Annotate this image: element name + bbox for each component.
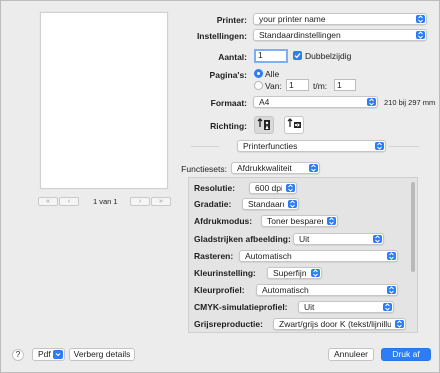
presets-label: Instellingen: <box>196 31 247 41</box>
printer-value: your printer name <box>259 14 326 24</box>
resolution-label: Resolutie: <box>194 183 236 193</box>
portrait-orientation-icon <box>257 118 270 130</box>
pages-to-input[interactable]: 1 <box>334 79 356 91</box>
section-value: Printerfuncties <box>243 141 298 151</box>
chevron-updown-icon <box>416 31 425 39</box>
divider-left <box>191 146 219 147</box>
gradation-value: Standaard <box>248 199 284 209</box>
halftone-label: Rasteren: <box>194 251 234 261</box>
paper-size-select[interactable]: A4 <box>253 96 378 108</box>
chevron-down-icon <box>53 350 63 359</box>
smoothing-label: Gladstrijken afbeelding: <box>194 234 291 244</box>
settings-panel: Resolutie: 600 dpi Gradatie: Standaard A… <box>188 177 418 333</box>
color-setting-label: Kleurinstelling: <box>194 268 256 278</box>
chevron-updown-icon <box>375 142 384 150</box>
print-mode-value: Toner besparen <box>267 216 323 226</box>
chevron-updown-icon <box>383 303 392 311</box>
halftone-select[interactable]: Automatisch <box>239 250 398 262</box>
gradation-label: Gradatie: <box>194 199 232 209</box>
duplex-checkbox[interactable] <box>293 51 302 60</box>
presets-value: Standaardinstellingen <box>259 30 341 40</box>
page-indicator: 1 van 1 <box>93 197 118 206</box>
paper-size-value: A4 <box>259 97 270 107</box>
gray-reproduction-label: Grijsreproductie: <box>194 319 263 329</box>
chevron-updown-icon <box>311 269 320 277</box>
smoothing-select[interactable]: Uit <box>293 233 384 245</box>
landscape-button[interactable] <box>284 116 304 134</box>
resolution-select[interactable]: 600 dpi <box>249 182 297 194</box>
paper-size-label: Formaat: <box>210 98 247 108</box>
duplex-label: Dubbelzijdig <box>305 51 352 61</box>
pages-from-input[interactable]: 1 <box>286 79 309 91</box>
first-page-button[interactable]: « <box>38 197 58 206</box>
printer-label: Printer: <box>216 15 247 25</box>
checkmark-icon <box>294 53 301 59</box>
printer-select[interactable]: your printer name <box>253 13 427 25</box>
print-dialog: « ‹ 1 van 1 › » Printer: your printer na… <box>0 0 440 373</box>
smoothing-value: Uit <box>299 234 310 244</box>
cmyk-profile-value: Uit <box>304 302 315 312</box>
pdf-menu-button[interactable]: Pdf <box>32 348 65 361</box>
print-mode-select[interactable]: Toner besparen <box>261 215 338 227</box>
chevron-updown-icon <box>327 217 336 225</box>
cmyk-profile-label: CMYK-simulatieprofiel: <box>194 302 288 312</box>
copies-input[interactable]: 1 <box>254 49 288 63</box>
landscape-orientation-icon <box>287 118 301 128</box>
halftone-value: Automatisch <box>245 251 292 261</box>
pages-all-radio[interactable] <box>254 69 263 78</box>
portrait-button[interactable] <box>254 116 274 134</box>
chevron-updown-icon <box>387 286 396 294</box>
color-profile-value: Automatisch <box>262 285 309 295</box>
gray-reproduction-value: Zwart/grijs door K (tekst/lijnillu... <box>279 319 391 329</box>
presets-select[interactable]: Standaardinstellingen <box>253 29 427 41</box>
chevron-updown-icon <box>367 98 376 106</box>
divider-right <box>389 146 419 147</box>
paper-dimensions: 210 bij 297 mm <box>384 98 436 107</box>
copies-label: Aantal: <box>218 52 247 62</box>
first-page-icon: « <box>46 198 50 205</box>
gray-reproduction-select[interactable]: Zwart/grijs door K (tekst/lijnillu... <box>273 318 406 330</box>
settings-scrollbar[interactable] <box>411 182 415 272</box>
feature-sets-value: Afdrukkwaliteit <box>237 163 292 173</box>
page-preview <box>40 12 168 189</box>
chevron-updown-icon <box>416 15 425 23</box>
gradation-select[interactable]: Standaard <box>242 198 299 210</box>
pages-all-label: Alle <box>265 69 280 79</box>
pages-range-radio[interactable] <box>254 81 263 90</box>
chevron-updown-icon <box>286 184 295 192</box>
help-button[interactable]: ? <box>12 349 24 361</box>
print-mode-label: Afdrukmodus: <box>194 216 253 226</box>
chevron-updown-icon <box>387 252 396 260</box>
chevron-updown-icon <box>373 235 382 243</box>
previous-page-icon: ‹ <box>67 198 71 205</box>
next-page-icon: › <box>138 198 142 205</box>
pdf-label: Pdf <box>38 349 51 359</box>
hide-details-button[interactable]: Verberg details <box>69 348 135 361</box>
next-page-button[interactable]: › <box>130 197 150 206</box>
print-button[interactable]: Druk af <box>381 348 431 361</box>
cancel-button[interactable]: Annuleer <box>328 348 374 361</box>
feature-sets-label: Functiesets: <box>181 164 227 174</box>
chevron-updown-icon <box>395 320 404 328</box>
color-profile-select[interactable]: Automatisch <box>256 284 398 296</box>
color-profile-label: Kleurprofiel: <box>194 285 245 295</box>
resolution-value: 600 dpi <box>255 183 282 193</box>
last-page-button[interactable]: » <box>151 197 171 206</box>
pages-label: Pagina's: <box>209 70 247 80</box>
chevron-updown-icon <box>309 164 318 172</box>
help-icon: ? <box>15 350 21 359</box>
orientation-label: Richting: <box>210 121 247 131</box>
last-page-icon: » <box>159 198 163 205</box>
color-setting-value: Superfijn <box>273 268 307 278</box>
cmyk-profile-select[interactable]: Uit <box>298 301 394 313</box>
pages-to-label: t/m: <box>313 81 328 91</box>
previous-page-button[interactable]: ‹ <box>59 197 79 206</box>
section-select[interactable]: Printerfuncties <box>237 140 386 152</box>
chevron-updown-icon <box>288 200 297 208</box>
color-setting-select[interactable]: Superfijn <box>267 267 322 279</box>
pages-from-label: Van: <box>265 81 282 91</box>
feature-sets-select[interactable]: Afdrukkwaliteit <box>231 162 320 174</box>
